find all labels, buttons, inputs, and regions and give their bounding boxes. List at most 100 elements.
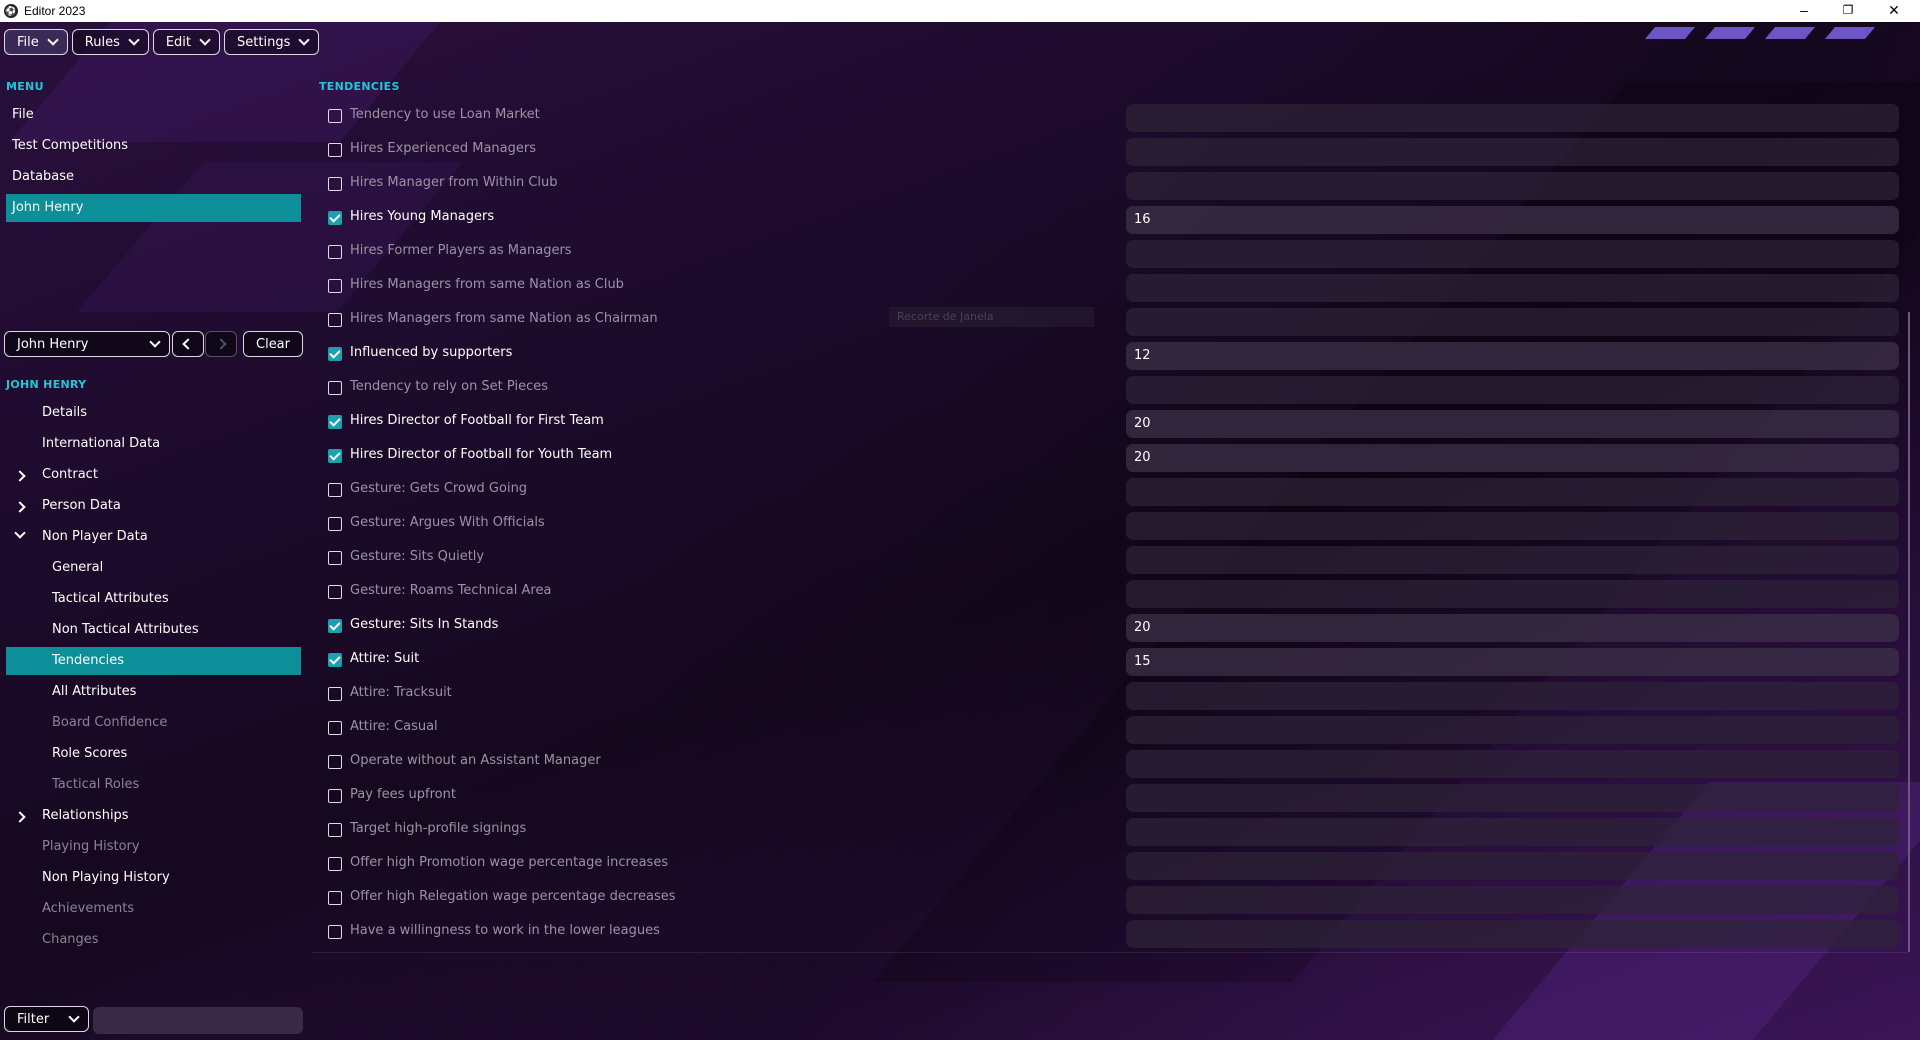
tendency-checkbox[interactable] xyxy=(328,415,342,429)
chevron-right-icon xyxy=(215,338,227,350)
tendency-row: Attire: Tracksuit xyxy=(312,678,1907,712)
tendency-checkbox[interactable] xyxy=(328,551,342,565)
tendency-value-field[interactable] xyxy=(1126,818,1899,846)
tree-item-tactical-roles[interactable]: Tactical Roles xyxy=(6,771,301,799)
tree-item-changes[interactable]: Changes xyxy=(6,926,301,954)
tree-item-non-playing-history[interactable]: Non Playing History xyxy=(6,864,301,892)
minimize-icon[interactable]: – xyxy=(1782,0,1826,22)
tendency-checkbox[interactable] xyxy=(328,143,342,157)
filter-input[interactable] xyxy=(93,1007,303,1034)
tendency-checkbox[interactable] xyxy=(328,245,342,259)
tendency-value-field[interactable]: 20 xyxy=(1126,444,1899,472)
tendency-checkbox[interactable] xyxy=(328,211,342,225)
tree-item-tactical-attributes[interactable]: Tactical Attributes xyxy=(6,585,301,613)
next-button[interactable] xyxy=(205,331,237,357)
tendency-value-field[interactable]: 20 xyxy=(1126,614,1899,642)
tendency-value-field[interactable] xyxy=(1126,512,1899,540)
restore-icon[interactable]: ❐ xyxy=(1826,0,1870,22)
tendency-checkbox[interactable] xyxy=(328,483,342,497)
tendency-checkbox[interactable] xyxy=(328,653,342,667)
tendency-checkbox[interactable] xyxy=(328,279,342,293)
tendency-checkbox[interactable] xyxy=(328,925,342,939)
tendency-row: Hires Young Managers 16 xyxy=(312,202,1907,236)
bg-stripe xyxy=(1644,27,1696,39)
menu-settings-button[interactable]: Settings xyxy=(224,29,320,55)
tree-item-international-data[interactable]: International Data xyxy=(6,430,301,458)
tendency-row: Influenced by supporters 12 xyxy=(312,338,1907,372)
person-select[interactable]: John Henry xyxy=(4,331,170,357)
bg-stripe xyxy=(1824,27,1876,39)
tendency-checkbox[interactable] xyxy=(328,109,342,123)
tendency-checkbox[interactable] xyxy=(328,517,342,531)
tendency-row: Hires Director of Football for First Tea… xyxy=(312,406,1907,440)
menu-item-john-henry[interactable]: John Henry xyxy=(6,194,301,222)
tree-item-general[interactable]: General xyxy=(6,554,301,582)
tree-item-playing-history[interactable]: Playing History xyxy=(6,833,301,861)
tendency-value-field[interactable] xyxy=(1126,546,1899,574)
filter-button[interactable]: Filter xyxy=(4,1006,89,1032)
filter-label: Filter xyxy=(17,1011,50,1027)
tendency-checkbox[interactable] xyxy=(328,177,342,191)
menu-edit-button[interactable]: Edit xyxy=(152,29,221,55)
tree-item-non-tactical-attributes[interactable]: Non Tactical Attributes xyxy=(6,616,301,644)
scrollbar-thumb[interactable] xyxy=(1908,312,1910,952)
tree-item-non-player-data[interactable]: Non Player Data xyxy=(6,523,301,551)
tendency-checkbox[interactable] xyxy=(328,721,342,735)
menu-item-file[interactable]: File xyxy=(6,101,301,129)
tendency-value-field[interactable]: 20 xyxy=(1126,410,1899,438)
tree-item-label: Contract xyxy=(42,467,98,482)
tooltip: Recorte de Janela xyxy=(889,307,1094,327)
tendency-value-field[interactable] xyxy=(1126,682,1899,710)
tendency-value-field[interactable] xyxy=(1126,920,1899,948)
tree-item-details[interactable]: Details xyxy=(6,399,301,427)
tendency-label: Target high-profile signings xyxy=(350,821,527,836)
tendency-value-field[interactable] xyxy=(1126,376,1899,404)
tendency-value-field[interactable] xyxy=(1126,104,1899,132)
tendency-value-field[interactable] xyxy=(1126,274,1899,302)
tendency-value-field[interactable] xyxy=(1126,172,1899,200)
tree-item-tendencies[interactable]: Tendencies xyxy=(6,647,301,675)
tendency-value-field[interactable]: 16 xyxy=(1126,206,1899,234)
tendency-value-field[interactable] xyxy=(1126,240,1899,268)
tendency-value-field[interactable] xyxy=(1126,886,1899,914)
tendency-row: Target high-profile signings xyxy=(312,814,1907,848)
tendency-checkbox[interactable] xyxy=(328,823,342,837)
tendency-checkbox[interactable] xyxy=(328,449,342,463)
tendency-checkbox[interactable] xyxy=(328,585,342,599)
tendency-value-field[interactable] xyxy=(1126,308,1899,336)
prev-button[interactable] xyxy=(172,331,204,357)
tendency-value-field[interactable] xyxy=(1126,478,1899,506)
tree-item-board-confidence[interactable]: Board Confidence xyxy=(6,709,301,737)
tendency-value-field[interactable] xyxy=(1126,716,1899,744)
close-icon[interactable]: ✕ xyxy=(1872,0,1916,22)
tendency-checkbox[interactable] xyxy=(328,687,342,701)
tree-item-person-data[interactable]: Person Data xyxy=(6,492,301,520)
tree-item-relationships[interactable]: Relationships xyxy=(6,802,301,830)
tendency-value-field[interactable] xyxy=(1126,784,1899,812)
tree-item-all-attributes[interactable]: All Attributes xyxy=(6,678,301,706)
menu-item-test-competitions[interactable]: Test Competitions xyxy=(6,132,301,160)
tree-item-achievements[interactable]: Achievements xyxy=(6,895,301,923)
tendency-checkbox[interactable] xyxy=(328,381,342,395)
tendency-value-field[interactable] xyxy=(1126,852,1899,880)
tendency-checkbox[interactable] xyxy=(328,347,342,361)
menu-item-database[interactable]: Database xyxy=(6,163,301,191)
tendency-checkbox[interactable] xyxy=(328,313,342,327)
tendency-value-field[interactable] xyxy=(1126,750,1899,778)
tendency-value-field[interactable]: 15 xyxy=(1126,648,1899,676)
tendency-value-field[interactable] xyxy=(1126,138,1899,166)
tendency-checkbox[interactable] xyxy=(328,789,342,803)
tendency-checkbox[interactable] xyxy=(328,857,342,871)
tendency-checkbox[interactable] xyxy=(328,891,342,905)
menu-rules-button[interactable]: Rules xyxy=(71,29,149,55)
menu-file-button[interactable]: File xyxy=(4,29,68,55)
app-logo-icon: ⚽ xyxy=(4,4,18,18)
tendency-checkbox[interactable] xyxy=(328,619,342,633)
clear-button[interactable]: Clear xyxy=(243,331,303,357)
tree-item-contract[interactable]: Contract xyxy=(6,461,301,489)
tendency-checkbox[interactable] xyxy=(328,755,342,769)
tendency-value-field[interactable]: 12 xyxy=(1126,342,1899,370)
tendency-row: Gesture: Sits Quietly xyxy=(312,542,1907,576)
tree-item-role-scores[interactable]: Role Scores xyxy=(6,740,301,768)
tendency-value-field[interactable] xyxy=(1126,580,1899,608)
